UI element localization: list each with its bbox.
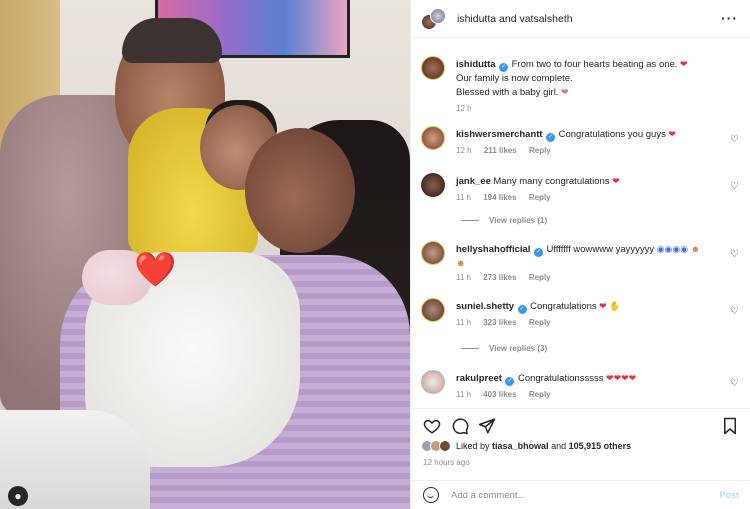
post-comment-button[interactable]: Post [719,490,739,500]
comment-time[interactable]: 11 h [456,390,471,399]
comment-text: Congratulations you guys [558,129,666,140]
comment-likes[interactable]: 323 likes [483,318,516,327]
sparkling-heart-icon: ❤ [560,86,569,97]
comment-text: Ufffffff wowwww yayyyyyy [546,244,655,255]
caption-username[interactable]: ishidutta [456,59,496,70]
emoji-icons: ◉◉◉◉ [656,244,689,254]
liked-by: Liked by tiasa_bhowal and 105,915 others [421,440,631,452]
avatar[interactable] [421,56,445,80]
avatar[interactable] [421,241,445,265]
avatar[interactable] [421,370,445,394]
woman-head [245,128,355,253]
comment-likes[interactable]: 273 likes [483,273,516,282]
like-comment-icon[interactable]: ♡ [730,249,739,260]
post-panel: ishidutta and vatsalsheth ··· ishidutta … [410,0,750,509]
post-authors[interactable]: ishidutta and vatsalsheth [457,13,573,25]
action-bar [411,408,750,443]
add-comment-bar: Post [411,480,750,509]
man-hair [122,18,222,63]
avatar[interactable] [430,7,446,24]
heart-emoji-icon: ❤ [668,129,676,139]
heart-emoji-icon: ❤ [612,176,620,186]
like-comment-icon[interactable]: ♡ [730,378,739,389]
avatar[interactable] [421,126,445,150]
tagged-users-icon[interactable]: ● [8,486,28,506]
like-comment-icon[interactable]: ♡ [730,134,739,145]
verified-badge-icon: ✓ [546,133,556,142]
author-avatars[interactable] [421,7,447,30]
avatar[interactable] [421,298,445,322]
post-header: ishidutta and vatsalsheth ··· [411,0,750,38]
instagram-post: ❤️ ● ishidutta and vatsalsheth ··· ishid… [0,0,750,509]
reply-button[interactable]: Reply [529,318,551,327]
verified-badge-icon: ✓ [505,377,515,386]
avatar[interactable] [421,173,445,197]
liked-by-prefix: Liked by [456,441,490,451]
comment-username[interactable]: rakulpreet [456,373,502,384]
view-replies-button[interactable]: View replies (1) [461,216,547,225]
comment-likes[interactable]: 403 likes [483,390,516,399]
comment-time[interactable]: 11 h [456,318,471,327]
heart-sticker-icon: ❤️ [134,251,177,289]
caption-time[interactable]: 12 h [456,104,472,113]
comment-likes[interactable]: 211 likes [484,146,517,155]
caption-line: Our family is now complete. [456,73,573,84]
comment-text: Congratulationsssss [517,373,604,384]
like-heart-icon[interactable] [423,417,441,435]
caption-line: From two to four hearts beating as one. [511,59,678,70]
avatar [439,440,451,452]
reply-button[interactable]: Reply [529,193,551,202]
verified-badge-icon: ✓ [517,305,527,314]
post-photo[interactable]: ❤️ ● [0,0,410,509]
comment-text: Congratulations [530,301,597,312]
liked-by-and: and [551,441,567,451]
comment-text: Many many congratulations [493,176,610,187]
comment-time[interactable]: 11 h [456,273,471,282]
likes-count[interactable]: 105,915 others [569,441,632,451]
comment-bubble-icon[interactable] [451,417,469,435]
reply-button[interactable]: Reply [529,273,551,282]
verified-badge-icon: ✓ [499,63,509,72]
heart-face-emoji-icon: ☻ [456,258,466,268]
liked-by-user[interactable]: tiasa_bhowal [492,441,549,451]
save-bookmark-icon[interactable] [721,417,739,435]
heart-emoji-icon: ❤ [679,59,688,69]
more-horizontal-icon[interactable]: ··· [721,10,738,26]
reply-button[interactable]: Reply [529,146,551,155]
share-paper-plane-icon[interactable] [478,417,496,435]
hugging-emoji-icon: ☻ [690,244,701,254]
heart-emoji-icon: ❤ [599,301,607,311]
caption-line: Blessed with a baby girl. [456,86,559,98]
comment-time[interactable]: 11 h [456,193,471,202]
post-timestamp[interactable]: 12 hours ago [423,458,470,467]
comments-list: ishidutta ✓ From two to four hearts beat… [411,48,750,408]
raised-hands-emoji-icon: ✋ [609,301,621,311]
comment-username[interactable]: suniel.shetty [456,301,514,312]
comment-username[interactable]: kishwersmerchantt [456,129,543,140]
comment-username[interactable]: hellyshahofficial [456,244,530,255]
like-comment-icon[interactable]: ♡ [730,181,739,192]
reply-button[interactable]: Reply [529,390,551,399]
emoji-picker-icon[interactable] [423,487,439,503]
comment-time[interactable]: 12 h [456,146,472,155]
view-replies-button[interactable]: View replies (3) [461,344,547,353]
verified-badge-icon: ✓ [533,248,543,257]
comment-username[interactable]: jank_ee [456,176,491,187]
comment-input[interactable] [451,489,701,501]
comment-likes[interactable]: 194 likes [483,193,516,202]
heart-emoji-icon: ❤❤❤❤ [606,373,637,383]
like-comment-icon[interactable]: ♡ [730,306,739,317]
